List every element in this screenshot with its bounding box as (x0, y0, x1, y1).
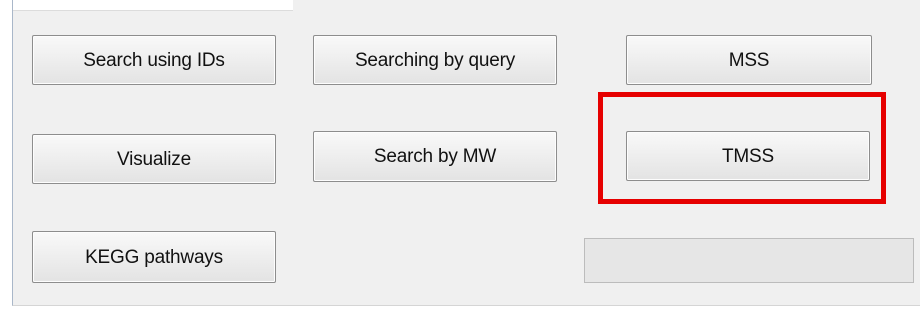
searching-by-query-button[interactable]: Searching by query (313, 35, 557, 85)
panel-top-edge (13, 0, 293, 11)
highlight-box (598, 92, 886, 204)
kegg-pathways-button[interactable]: KEGG pathways (32, 231, 276, 283)
mss-button[interactable]: MSS (626, 35, 872, 85)
visualize-button[interactable]: Visualize (32, 134, 276, 184)
search-using-ids-button[interactable]: Search using IDs (32, 35, 276, 85)
search-by-mw-button[interactable]: Search by MW (313, 131, 557, 182)
progress-bar (584, 238, 914, 283)
